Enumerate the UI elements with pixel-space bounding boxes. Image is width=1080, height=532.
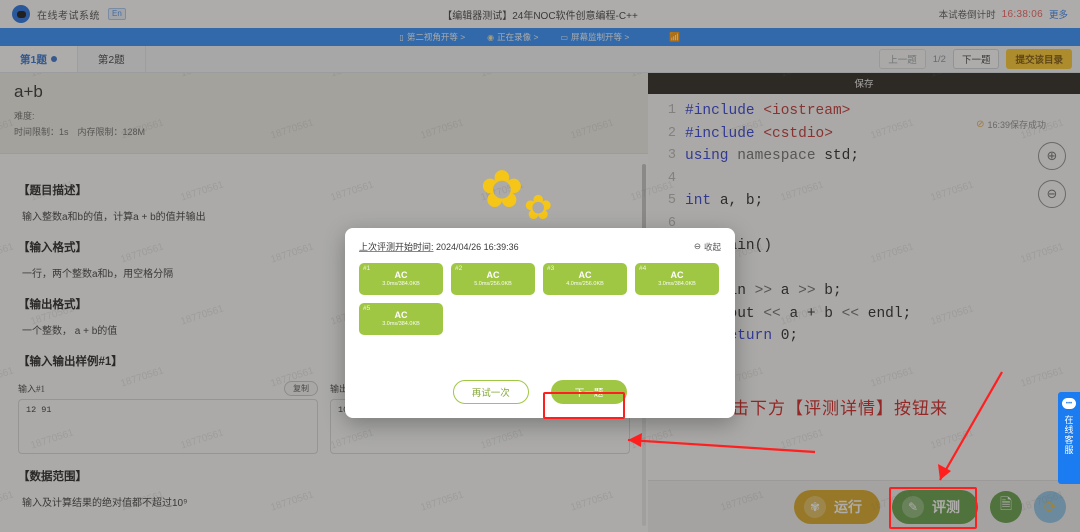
testcase-index: #1 <box>363 265 371 272</box>
testcase-verdict: AC <box>394 310 408 321</box>
testcase-verdict: AC <box>578 270 592 281</box>
testcase-stat: 3.0ms/384.0KB <box>658 280 696 287</box>
collapse-button[interactable]: ⊖ 收起 <box>694 241 721 253</box>
chat-bubble-icon: ••• <box>1062 398 1076 409</box>
testcase-index: #3 <box>547 265 555 272</box>
testcase-list: #1 AC 3.0ms/384.0KB #2 AC 5.0ms/256.0KB #3 AC 4.… <box>359 263 721 335</box>
testcase-card[interactable]: #1 AC 3.0ms/384.0KB <box>359 263 443 295</box>
last-run-label: 上次评测开始时间: <box>359 242 434 252</box>
retry-button[interactable]: 再试一次 <box>452 380 529 404</box>
testcase-verdict: AC <box>670 270 684 281</box>
testcase-index: #2 <box>455 265 463 272</box>
testcase-verdict: AC <box>394 270 408 281</box>
collapse-label: 收起 <box>703 241 721 252</box>
online-support-widget[interactable]: ••• 在线客服 <box>1058 392 1080 484</box>
testcase-verdict: AC <box>486 270 500 281</box>
testcase-card[interactable]: #4 AC 3.0ms/384.0KB <box>635 263 719 295</box>
testcase-card[interactable]: #3 AC 4.0ms/256.0KB <box>543 263 627 295</box>
testcase-stat: 5.0ms/256.0KB <box>474 280 512 287</box>
testcase-index: #5 <box>363 305 371 312</box>
testcase-stat: 3.0ms/384.0KB <box>382 320 420 327</box>
testcase-stat: 4.0ms/256.0KB <box>566 280 604 287</box>
collapse-icon: ⊖ <box>693 241 701 251</box>
testcase-card[interactable]: #2 AC 5.0ms/256.0KB <box>451 263 535 295</box>
testcase-card[interactable]: #5 AC 3.0ms/384.0KB <box>359 303 443 335</box>
judge-result-modal: 上次评测开始时间: 2024/04/26 16:39:36 ⊖ 收起 #1 AC 3… <box>345 228 735 418</box>
testcase-stat: 3.0ms/384.0KB <box>382 280 420 287</box>
gear-small-icon: ✿ <box>524 189 553 227</box>
gear-large-icon: ✿ <box>480 161 524 219</box>
last-run-time: 2024/04/26 16:39:36 <box>436 242 519 252</box>
online-support-label: 在线客服 <box>1063 415 1074 455</box>
modal-next-question-button[interactable]: 下一题 <box>550 380 628 404</box>
testcase-index: #4 <box>639 265 647 272</box>
